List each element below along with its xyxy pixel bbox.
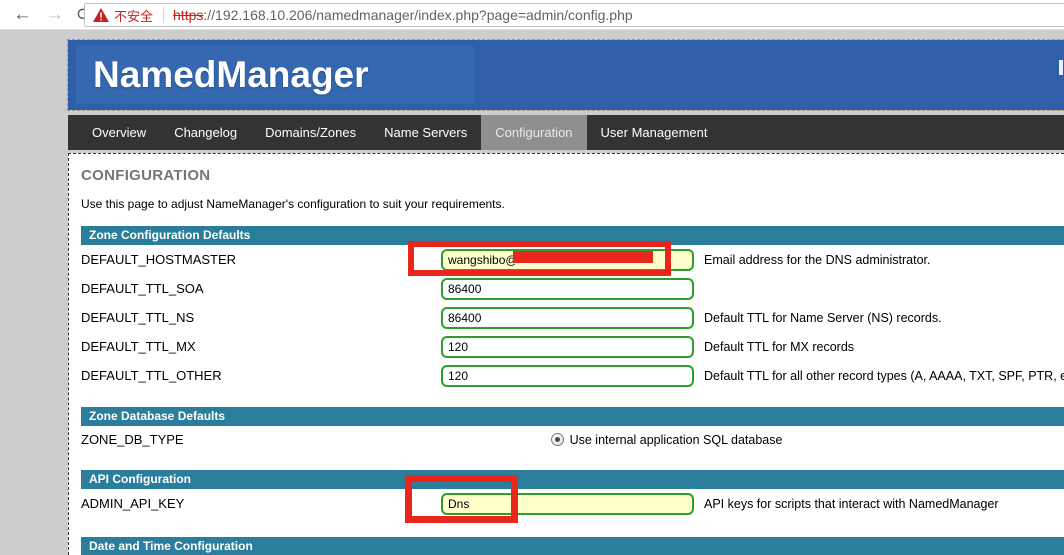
tab-domains-zones[interactable]: Domains/Zones xyxy=(251,115,370,150)
back-icon[interactable]: ← xyxy=(13,5,32,24)
admin-api-key-input[interactable] xyxy=(441,493,694,515)
section-header-date-time-configuration: Date and Time Configuration xyxy=(81,537,1064,555)
field-help-text: Default TTL for Name Server (NS) records… xyxy=(704,311,942,325)
field-label: DEFAULT_TTL_SOA xyxy=(81,281,441,296)
warning-icon xyxy=(93,8,109,22)
field-help-text: API keys for scripts that interact with … xyxy=(704,497,999,511)
url-text: ://192.168.10.206/namedmanager/index.php… xyxy=(203,7,632,23)
field-help-text: Default TTL for all other record types (… xyxy=(704,369,1064,383)
radio-option-label: Use internal application SQL database xyxy=(570,433,783,447)
site-header: NamedManager xyxy=(68,40,1064,110)
radio-selected-dot xyxy=(555,437,560,442)
tab-configuration[interactable]: Configuration xyxy=(481,115,586,150)
tab-user-management[interactable]: User Management xyxy=(587,115,722,150)
main-nav: Overview Changelog Domains/Zones Name Se… xyxy=(68,115,1064,150)
field-label: DEFAULT_TTL_MX xyxy=(81,339,441,354)
default-ttl-ns-input[interactable] xyxy=(441,307,694,329)
default-ttl-other-input[interactable] xyxy=(441,365,694,387)
form-row-default-ttl-ns: DEFAULT_TTL_NS Default TTL for Name Serv… xyxy=(81,303,1064,332)
tab-name-servers[interactable]: Name Servers xyxy=(370,115,481,150)
app-title: NamedManager xyxy=(93,54,369,96)
security-status-label: 不安全 xyxy=(114,6,153,25)
content-area: CONFIGURATION Use this page to adjust Na… xyxy=(68,153,1064,555)
site-header-logo-panel: NamedManager xyxy=(76,46,474,104)
tab-overview[interactable]: Overview xyxy=(78,115,160,150)
truncated-link-fragment xyxy=(1059,60,1063,75)
form-row-default-ttl-mx: DEFAULT_TTL_MX Default TTL for MX record… xyxy=(81,332,1064,361)
field-label: DEFAULT_TTL_OTHER xyxy=(81,368,441,383)
zone-db-type-radio[interactable] xyxy=(551,433,564,446)
section-header-zone-configuration-defaults: Zone Configuration Defaults xyxy=(81,226,1064,245)
field-help-text: Default TTL for MX records xyxy=(704,340,854,354)
section-header-api-configuration: API Configuration xyxy=(81,470,1064,489)
field-label: ZONE_DB_TYPE xyxy=(81,432,184,447)
form-row-admin-api-key: ADMIN_API_KEY API keys for scripts that … xyxy=(81,489,1064,518)
tab-changelog[interactable]: Changelog xyxy=(160,115,251,150)
default-ttl-mx-input[interactable] xyxy=(441,336,694,358)
field-label: ADMIN_API_KEY xyxy=(81,496,441,511)
browser-toolbar: ← → ⟳ 不安全 https ://192.168.10.206/namedm… xyxy=(0,0,1064,30)
field-label: DEFAULT_HOSTMASTER xyxy=(81,252,441,267)
form-row-default-hostmaster: DEFAULT_HOSTMASTER Email address for the… xyxy=(81,245,1064,274)
url-scheme: https xyxy=(173,7,203,23)
browser-window: ← → ⟳ 不安全 https ://192.168.10.206/namedm… xyxy=(0,0,1064,555)
form-row-default-ttl-soa: DEFAULT_TTL_SOA xyxy=(81,274,1064,303)
field-label: DEFAULT_TTL_NS xyxy=(81,310,441,325)
form-row-default-ttl-other: DEFAULT_TTL_OTHER Default TTL for all ot… xyxy=(81,361,1064,390)
omnibox-divider xyxy=(163,7,164,23)
page-title: CONFIGURATION xyxy=(81,167,1064,184)
default-hostmaster-input[interactable] xyxy=(441,249,694,271)
default-ttl-soa-input[interactable] xyxy=(441,278,694,300)
page-intro: Use this page to adjust NameManager's co… xyxy=(81,197,1064,211)
address-bar[interactable]: 不安全 https ://192.168.10.206/namedmanager… xyxy=(84,3,1064,27)
field-help-text: Email address for the DNS administrator. xyxy=(704,253,930,267)
section-header-zone-database-defaults: Zone Database Defaults xyxy=(81,407,1064,426)
form-row-zone-db-type: ZONE_DB_TYPE Use internal application SQ… xyxy=(81,426,1064,453)
forward-icon[interactable]: → xyxy=(45,5,64,24)
